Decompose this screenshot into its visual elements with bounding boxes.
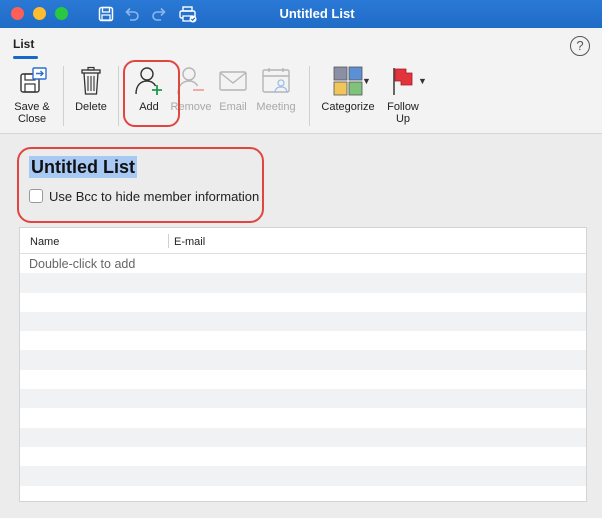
highlight-ring [123, 60, 180, 127]
save-close-icon [20, 67, 47, 93]
save-close-label: Save & Close [14, 101, 50, 125]
meeting-button[interactable]: Meeting [253, 66, 299, 113]
email-label: Email [219, 101, 247, 113]
delete-button[interactable]: Delete [70, 66, 112, 113]
ribbon-separator [63, 66, 64, 126]
chevron-down-icon[interactable]: ▼ [362, 76, 371, 86]
categorize-button[interactable]: Categorize [318, 66, 378, 113]
chevron-down-icon[interactable]: ▼ [418, 76, 427, 86]
table-row[interactable] [20, 427, 586, 447]
follow-up-label: Follow Up [387, 101, 419, 125]
tab-list[interactable]: List [13, 37, 34, 51]
save-close-button[interactable]: Save & Close [8, 66, 56, 125]
table-row[interactable] [20, 486, 586, 505]
title-bar: Untitled List [0, 0, 602, 28]
members-table[interactable]: Name E-mail Double-click to add [19, 227, 587, 502]
ribbon-separator [118, 66, 119, 126]
column-divider [168, 234, 169, 248]
highlight-ring [17, 147, 264, 223]
table-row[interactable] [20, 466, 586, 486]
flag-icon [393, 68, 413, 95]
table-row[interactable] [20, 447, 586, 466]
column-header-name[interactable]: Name [30, 236, 59, 248]
add-member-placeholder[interactable]: Double-click to add [20, 254, 586, 271]
category-grid-icon [333, 66, 363, 96]
categorize-label: Categorize [321, 101, 375, 113]
table-row[interactable] [20, 311, 586, 332]
column-header-email[interactable]: E-mail [174, 236, 205, 248]
remove-person-icon [177, 67, 204, 95]
calendar-people-icon [262, 68, 290, 94]
email-button[interactable]: Email [213, 66, 253, 113]
table-row[interactable] [20, 370, 586, 389]
table-row[interactable] [20, 389, 586, 409]
help-icon[interactable]: ? [570, 36, 590, 56]
follow-up-button[interactable]: Follow Up [381, 66, 425, 125]
ribbon-toolbar: Save & Close Delete Add Remove Email Mee… [0, 60, 602, 134]
delete-label: Delete [75, 101, 107, 113]
ribbon-tab-row: List ? [0, 28, 602, 60]
envelope-icon [219, 71, 247, 91]
table-row[interactable] [20, 293, 586, 312]
table-row[interactable] [20, 350, 586, 370]
ribbon-separator [309, 66, 310, 126]
meeting-label: Meeting [256, 101, 296, 113]
table-row[interactable] [20, 273, 586, 293]
table-header: Name E-mail [20, 228, 586, 254]
table-row[interactable]: Double-click to add [20, 254, 586, 273]
active-tab-indicator [13, 56, 38, 59]
table-row[interactable] [20, 331, 586, 350]
trash-icon [81, 66, 101, 95]
window-title: Untitled List [279, 6, 355, 21]
table-row[interactable] [20, 408, 586, 427]
